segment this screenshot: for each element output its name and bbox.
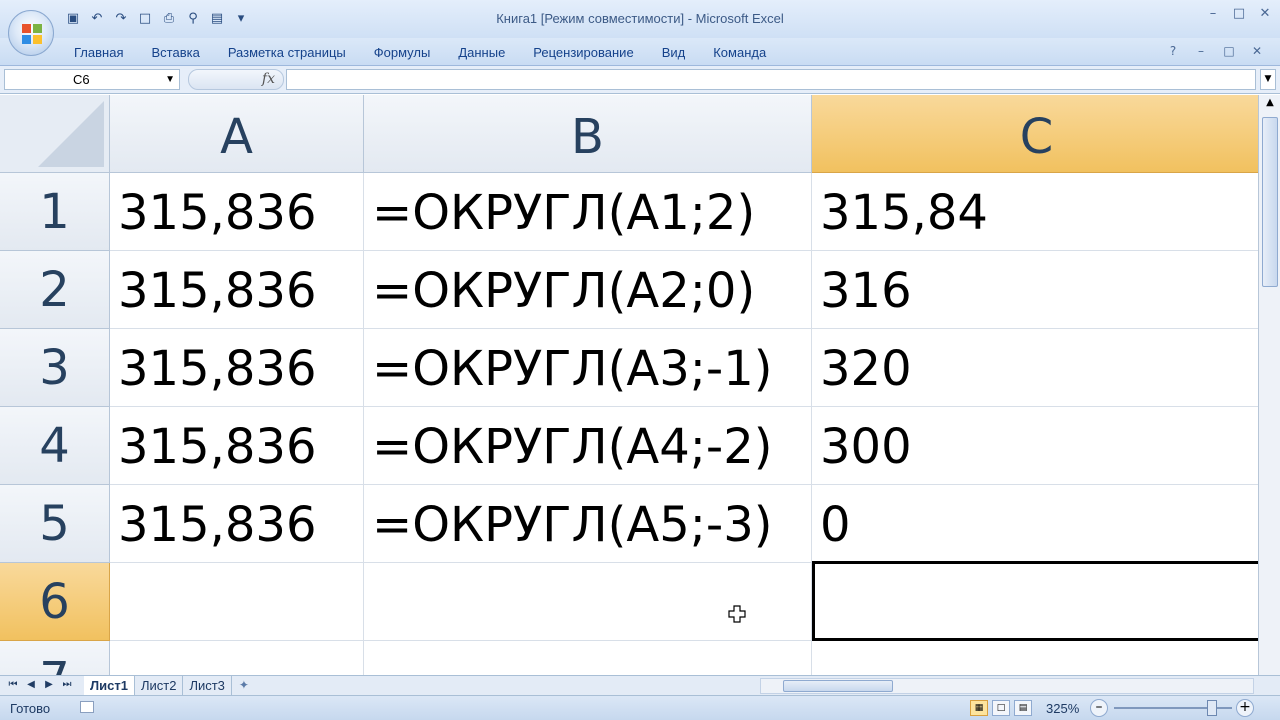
- ribbon: Главная Вставка Разметка страницы Формул…: [0, 38, 1280, 66]
- cell-cursor-icon: [728, 605, 746, 623]
- sheet-tab-3[interactable]: Лист3: [183, 676, 232, 695]
- ribbon-controls: ? – □ ✕: [1166, 44, 1264, 58]
- cell-a3[interactable]: 315,836: [110, 329, 364, 407]
- doc-restore-icon[interactable]: □: [1222, 44, 1236, 58]
- row-header-5[interactable]: 5: [0, 485, 110, 563]
- normal-view-icon[interactable]: ▦: [970, 700, 988, 716]
- cell-c4[interactable]: 300: [812, 407, 1258, 485]
- row-header-1[interactable]: 1: [0, 173, 110, 251]
- tab-home[interactable]: Главная: [60, 44, 137, 61]
- tab-view[interactable]: Вид: [648, 44, 700, 61]
- formula-input[interactable]: [286, 69, 1256, 90]
- select-all-button[interactable]: [0, 95, 110, 173]
- row-header-7[interactable]: 7: [0, 641, 110, 675]
- sheet-tabs: Лист1 Лист2 Лист3 ✦: [84, 676, 256, 695]
- tab-insert[interactable]: Вставка: [137, 44, 213, 61]
- window-controls: – □ ✕: [1206, 6, 1272, 22]
- window-title: Книга1 [Режим совместимости] - Microsoft…: [496, 11, 784, 26]
- name-box[interactable]: C6 ▼: [4, 69, 180, 90]
- scroll-up-icon[interactable]: ▲: [1262, 97, 1278, 113]
- insert-sheet-icon[interactable]: ✦: [232, 676, 256, 695]
- next-sheet-icon[interactable]: ▶: [42, 678, 56, 692]
- tab-data[interactable]: Данные: [444, 44, 519, 61]
- insert-function-icon[interactable]: fx: [262, 71, 275, 87]
- prev-sheet-icon[interactable]: ◀: [24, 678, 38, 692]
- close-icon[interactable]: ✕: [1258, 6, 1272, 22]
- formula-bar: C6 ▼ fx ▼: [0, 66, 1280, 94]
- macro-record-icon[interactable]: [80, 701, 94, 713]
- cell-b2[interactable]: =ОКРУГЛ(А2;0): [364, 251, 812, 329]
- cell-c7[interactable]: [812, 641, 1258, 675]
- cell-b1[interactable]: =ОКРУГЛ(А1;2): [364, 173, 812, 251]
- status-bar: Готово ▦ □ ▤ 325% – +: [0, 695, 1280, 720]
- ribbon-tabs: Главная Вставка Разметка страницы Формул…: [60, 44, 780, 61]
- cell-a4[interactable]: 315,836: [110, 407, 364, 485]
- sheet-tab-bar: ⏮ ◀ ▶ ⏭ Лист1 Лист2 Лист3 ✦: [0, 675, 1280, 695]
- horizontal-scroll-thumb[interactable]: [783, 680, 893, 692]
- cell-a7[interactable]: [110, 641, 364, 675]
- doc-close-icon[interactable]: ✕: [1250, 44, 1264, 58]
- cell-b6[interactable]: [364, 563, 812, 641]
- expand-formula-bar-icon[interactable]: ▼: [1260, 69, 1276, 90]
- title-bar: ▣ ↶ ↷ □ ⎙ ⚲ ▤ ▾ Книга1 [Режим совместимо…: [0, 0, 1280, 38]
- page-break-view-icon[interactable]: ▤: [1014, 700, 1032, 716]
- office-button[interactable]: [8, 10, 54, 56]
- help-icon[interactable]: ?: [1166, 44, 1180, 58]
- row-header-4[interactable]: 4: [0, 407, 110, 485]
- cell-b7[interactable]: [364, 641, 812, 675]
- cell-b3[interactable]: =ОКРУГЛ(А3;-1): [364, 329, 812, 407]
- last-sheet-icon[interactable]: ⏭: [60, 678, 74, 692]
- cell-c5[interactable]: 0: [812, 485, 1258, 563]
- cell-a5[interactable]: 315,836: [110, 485, 364, 563]
- column-header-c[interactable]: C: [812, 95, 1258, 173]
- sheet-tab-2[interactable]: Лист2: [135, 676, 184, 695]
- cell-c1[interactable]: 315,84: [812, 173, 1258, 251]
- row-header-3[interactable]: 3: [0, 329, 110, 407]
- doc-minimize-icon[interactable]: –: [1194, 44, 1208, 58]
- first-sheet-icon[interactable]: ⏮: [6, 678, 20, 692]
- chevron-down-icon[interactable]: ▼: [165, 70, 175, 89]
- zoom-out-icon[interactable]: –: [1090, 699, 1108, 717]
- cell-a1[interactable]: 315,836: [110, 173, 364, 251]
- column-header-b[interactable]: B: [364, 95, 812, 173]
- column-header-a[interactable]: A: [110, 95, 364, 173]
- row-header-6[interactable]: 6: [0, 563, 110, 641]
- cell-b5[interactable]: =ОКРУГЛ(А5;-3): [364, 485, 812, 563]
- page-layout-view-icon[interactable]: □: [992, 700, 1010, 716]
- cell-a6[interactable]: [110, 563, 364, 641]
- horizontal-scrollbar[interactable]: [760, 678, 1254, 694]
- minimize-icon[interactable]: –: [1206, 6, 1220, 22]
- row-header-2[interactable]: 2: [0, 251, 110, 329]
- select-all-icon: [38, 101, 104, 167]
- office-logo-icon: [22, 24, 42, 44]
- zoom-level[interactable]: 325%: [1046, 701, 1079, 716]
- tab-review[interactable]: Рецензирование: [519, 44, 647, 61]
- name-box-value: C6: [73, 72, 90, 87]
- worksheet-grid: A B C 1 315,836 =ОКРУГЛ(А1;2) 315,84 2 3…: [0, 95, 1258, 675]
- cell-a2[interactable]: 315,836: [110, 251, 364, 329]
- cell-b4[interactable]: =ОКРУГЛ(А4;-2): [364, 407, 812, 485]
- tab-formulas[interactable]: Формулы: [360, 44, 445, 61]
- status-text: Готово: [10, 701, 51, 716]
- tab-team[interactable]: Команда: [699, 44, 780, 61]
- vertical-scroll-thumb[interactable]: [1262, 117, 1278, 287]
- fx-area: fx: [188, 69, 284, 90]
- zoom-slider-thumb[interactable]: [1207, 700, 1217, 716]
- restore-icon[interactable]: □: [1232, 6, 1246, 22]
- sheet-navigation: ⏮ ◀ ▶ ⏭: [6, 678, 74, 692]
- cell-c2[interactable]: 316: [812, 251, 1258, 329]
- sheet-tab-1[interactable]: Лист1: [84, 676, 135, 695]
- view-buttons: ▦ □ ▤: [970, 700, 1032, 716]
- active-cell-border: [812, 561, 1258, 641]
- tab-page-layout[interactable]: Разметка страницы: [214, 44, 360, 61]
- cell-c3[interactable]: 320: [812, 329, 1258, 407]
- vertical-scrollbar[interactable]: ▲: [1258, 95, 1280, 675]
- zoom-in-icon[interactable]: +: [1236, 699, 1254, 717]
